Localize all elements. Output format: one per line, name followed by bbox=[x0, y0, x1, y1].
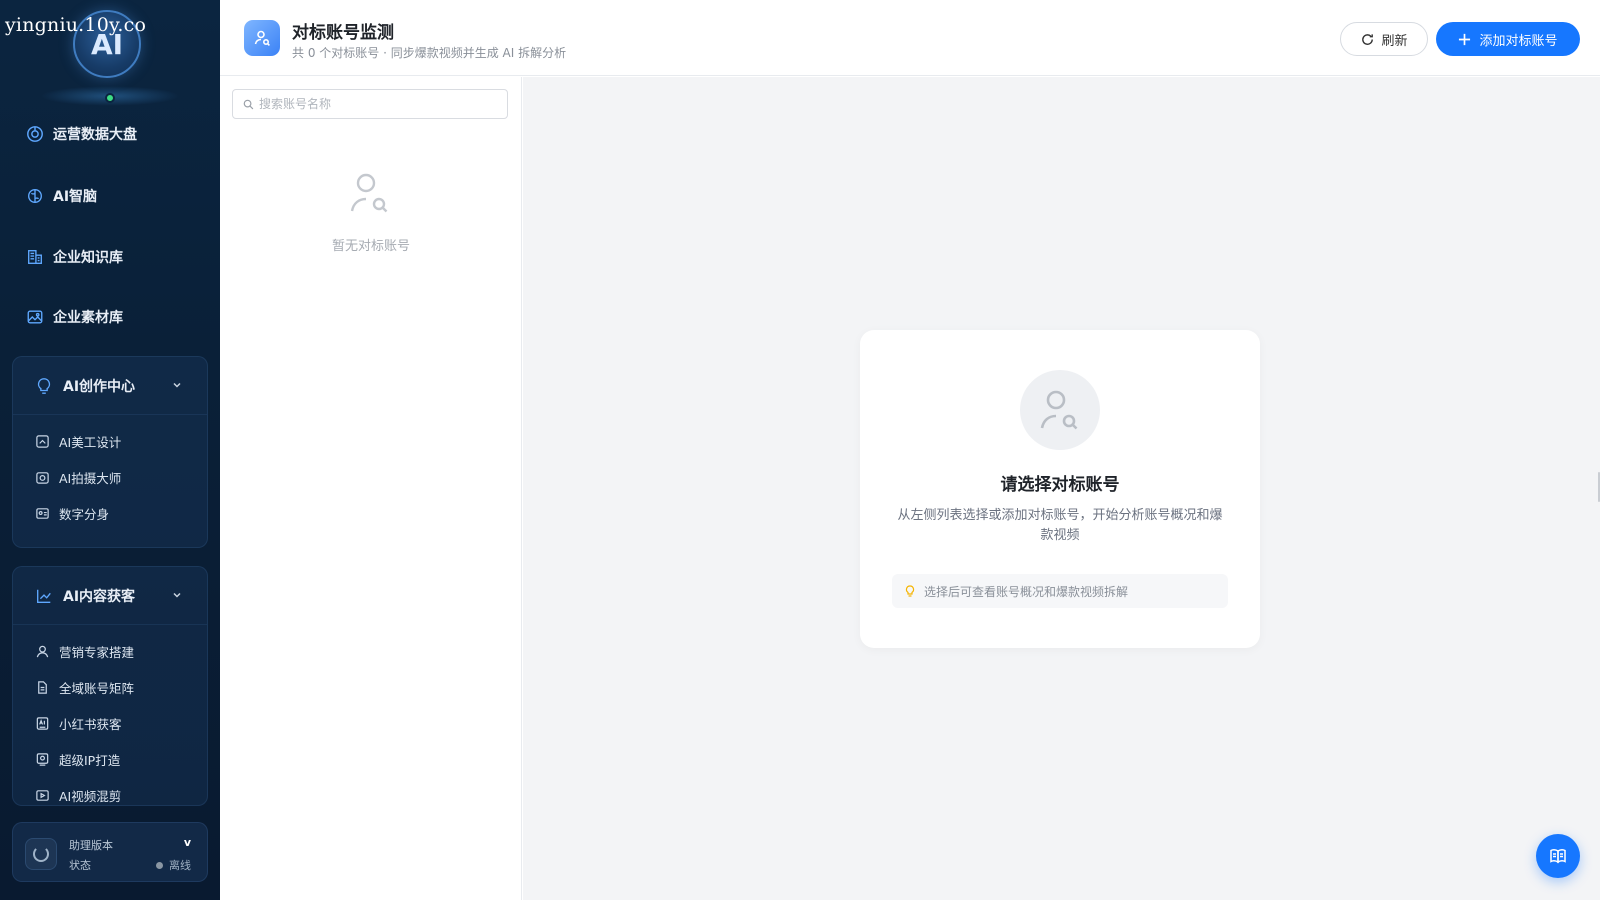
sub-item-label: AI视频混剪 bbox=[59, 788, 122, 804]
page-title: 对标账号监测 bbox=[292, 23, 394, 43]
account-monitor-icon bbox=[244, 20, 280, 56]
plus-icon bbox=[1459, 33, 1471, 45]
group-header-ai-creation[interactable]: AI创作中心 bbox=[13, 357, 207, 415]
nav-item-ai-brain[interactable]: AI智脑 bbox=[26, 184, 97, 208]
video-icon bbox=[36, 789, 49, 801]
group-header-ai-acquisition[interactable]: AI内容获客 bbox=[13, 567, 207, 625]
sub-item-label: 超级IP打造 bbox=[59, 752, 121, 768]
online-indicator bbox=[105, 93, 115, 103]
building-icon bbox=[26, 248, 44, 266]
sidebar: yingniu.10y.co AI 运营数据大盘 AI智脑 企业知识库 企业素材… bbox=[0, 0, 220, 900]
page-header: 对标账号监测 共 0 个对标账号 · 同步爆款视频并生成 AI 拆解分析 刷新 … bbox=[220, 0, 1600, 76]
state-label: 状态 bbox=[69, 859, 91, 872]
search-icon bbox=[243, 99, 254, 109]
account-list-panel: 暂无对标账号 bbox=[220, 77, 522, 900]
assistant-status-panel[interactable]: 助理版本 状态 v 离线 bbox=[12, 822, 208, 882]
sub-item-label: 数字分身 bbox=[59, 506, 110, 522]
sub-item-ai-design[interactable]: AI美工设计 bbox=[13, 423, 207, 459]
sub-item-ai-photo[interactable]: AI拍摄大师 bbox=[13, 459, 207, 495]
chart-icon bbox=[37, 589, 51, 603]
sub-item-ai-video-mix[interactable]: AI视频混剪 bbox=[13, 777, 207, 805]
empty-list-text: 暂无对标账号 bbox=[331, 239, 410, 254]
tip-text: 选择后可查看账号概况和爆款视频拆解 bbox=[924, 584, 1129, 599]
refresh-label: 刷新 bbox=[1381, 33, 1408, 49]
sub-item-account-matrix[interactable]: 全域账号矩阵 bbox=[13, 669, 207, 705]
version-value: v bbox=[183, 836, 191, 849]
nav-label: 企业知识库 bbox=[53, 250, 123, 266]
book-icon bbox=[1550, 849, 1566, 864]
sub-item-label: 小红书获客 bbox=[59, 716, 122, 732]
loading-spinner-icon bbox=[25, 838, 57, 870]
search-box[interactable] bbox=[232, 89, 508, 119]
badge-icon bbox=[36, 752, 49, 766]
chevron-down-icon bbox=[173, 592, 181, 598]
nav-label: 企业素材库 bbox=[53, 310, 123, 326]
sub-item-marketing-expert[interactable]: 营销专家搭建 bbox=[13, 633, 207, 669]
brain-icon bbox=[26, 187, 44, 205]
offline-dot-icon bbox=[156, 861, 163, 869]
file-icon bbox=[38, 680, 47, 694]
refresh-icon bbox=[1362, 33, 1374, 45]
empty-state-description: 从左侧列表选择或添加对标账号，开始分析账号概况和爆款视频 bbox=[897, 508, 1223, 543]
sub-item-label: 营销专家搭建 bbox=[59, 644, 135, 660]
page-subtitle: 共 0 个对标账号 · 同步爆款视频并生成 AI 拆解分析 bbox=[292, 46, 567, 60]
bulb-icon bbox=[37, 377, 51, 394]
camera-icon bbox=[36, 471, 49, 484]
lightbulb-icon bbox=[905, 585, 915, 597]
content-area: 请选择对标账号 从左侧列表选择或添加对标账号，开始分析账号概况和爆款视频 选择后… bbox=[523, 77, 1600, 900]
empty-user-search-icon bbox=[346, 169, 394, 217]
ai-box-icon bbox=[36, 716, 49, 730]
nav-item-materials[interactable]: 企业素材库 bbox=[26, 305, 123, 329]
user-icon bbox=[36, 645, 49, 657]
group-ai-acquisition: AI内容获客 营销专家搭建 全域账号矩阵 小红书获客 超级IP打造 AI视频混剪 bbox=[12, 566, 208, 806]
sub-item-super-ip[interactable]: 超级IP打造 bbox=[13, 741, 207, 777]
nav-label: 运营数据大盘 bbox=[53, 127, 137, 143]
group-label: AI创作中心 bbox=[63, 378, 136, 395]
state-text: 离线 bbox=[169, 859, 191, 872]
sub-item-label: AI拍摄大师 bbox=[59, 470, 122, 486]
state-value: 离线 bbox=[156, 857, 191, 873]
dashboard-icon bbox=[26, 125, 44, 143]
main-area: 对标账号监测 共 0 个对标账号 · 同步爆款视频并生成 AI 拆解分析 刷新 … bbox=[220, 0, 1600, 900]
palette-icon bbox=[36, 434, 49, 448]
group-ai-creation: AI创作中心 AI美工设计 AI拍摄大师 数字分身 bbox=[12, 356, 208, 548]
watermark: yingniu.10y.co bbox=[5, 14, 147, 36]
empty-state-title: 请选择对标账号 bbox=[1000, 475, 1120, 495]
add-account-button[interactable]: 添加对标账号 bbox=[1436, 22, 1580, 56]
nav-item-knowledge[interactable]: 企业知识库 bbox=[26, 245, 123, 269]
sub-item-xiaohongshu[interactable]: 小红书获客 bbox=[13, 705, 207, 741]
id-card-icon bbox=[36, 507, 49, 519]
nav-item-dashboard[interactable]: 运营数据大盘 bbox=[26, 122, 137, 146]
image-icon bbox=[26, 308, 44, 326]
tip-box: 选择后可查看账号概况和爆款视频拆解 bbox=[892, 574, 1228, 608]
nav-label: AI智脑 bbox=[53, 189, 98, 205]
add-label: 添加对标账号 bbox=[1479, 33, 1558, 49]
group-label: AI内容获客 bbox=[63, 588, 136, 605]
empty-avatar bbox=[1020, 370, 1100, 450]
user-search-icon bbox=[1040, 390, 1078, 430]
empty-state-card: 请选择对标账号 从左侧列表选择或添加对标账号，开始分析账号概况和爆款视频 选择后… bbox=[860, 330, 1260, 648]
search-input[interactable] bbox=[259, 97, 499, 111]
sub-item-label: 全域账号矩阵 bbox=[59, 680, 135, 696]
app-root: yingniu.10y.co AI 运营数据大盘 AI智脑 企业知识库 企业素材… bbox=[0, 0, 1600, 900]
refresh-button[interactable]: 刷新 bbox=[1340, 22, 1428, 56]
version-label: 助理版本 bbox=[69, 839, 113, 852]
sub-item-digital-avatar[interactable]: 数字分身 bbox=[13, 495, 207, 531]
chevron-down-icon bbox=[173, 382, 181, 388]
help-docs-button[interactable] bbox=[1536, 834, 1580, 878]
sub-item-label: AI美工设计 bbox=[59, 434, 122, 450]
